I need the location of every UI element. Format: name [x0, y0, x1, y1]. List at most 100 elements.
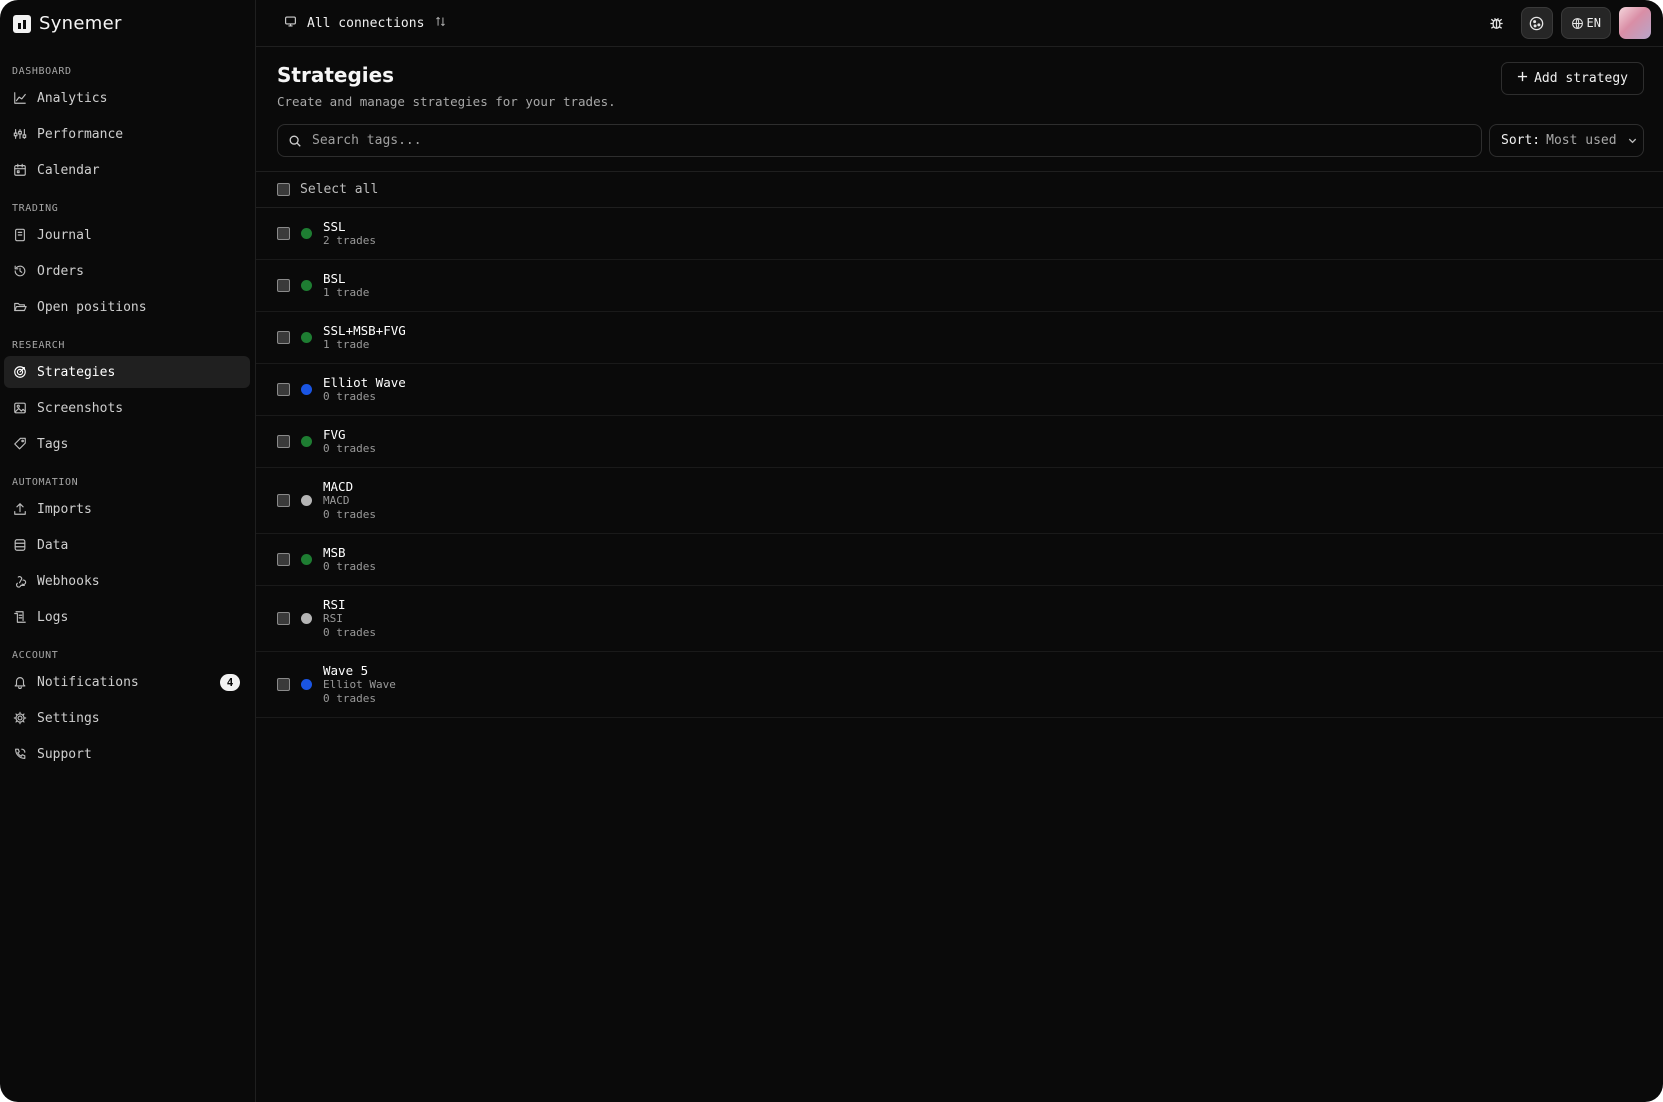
sidebar-item-label: Support	[37, 746, 92, 762]
select-all-label: Select all	[300, 182, 379, 197]
strategy-trade-count: 1 trade	[323, 286, 370, 299]
strategy-text: FVG 0 trades	[323, 427, 376, 456]
sidebar-item-orders[interactable]: Orders	[4, 255, 250, 287]
strategy-row[interactable]: BSL 1 trade	[256, 260, 1663, 312]
sidebar-item-label: Analytics	[37, 90, 108, 106]
strategy-checkbox[interactable]	[277, 553, 290, 566]
monitor-icon	[284, 15, 297, 32]
strategy-name: MSB	[323, 545, 346, 560]
sidebar-item-strategies[interactable]: Strategies	[4, 356, 250, 388]
sidebar-item-webhooks[interactable]: Webhooks	[4, 565, 250, 597]
strategy-checkbox[interactable]	[277, 279, 290, 292]
sidebar-item-analytics[interactable]: Analytics	[4, 82, 250, 114]
select-all-checkbox[interactable]	[277, 183, 290, 196]
strategy-row[interactable]: Elliot Wave 0 trades	[256, 364, 1663, 416]
brand-logo-icon	[13, 14, 31, 33]
sidebar-item-label: Strategies	[37, 364, 116, 380]
language-button[interactable]: EN	[1560, 7, 1611, 39]
strategy-row[interactable]: RSI RSI 0 trades	[256, 586, 1663, 652]
sidebar-item-label: Imports	[37, 501, 92, 517]
brand[interactable]: Synemer	[0, 0, 255, 47]
tag-icon	[13, 437, 27, 451]
strategy-name: Wave 5	[323, 663, 369, 678]
page-subtitle: Create and manage strategies for your tr…	[277, 94, 616, 109]
strategy-row[interactable]: SSL 2 trades	[256, 208, 1663, 260]
cookie-icon	[1529, 16, 1544, 30]
sidebar-item-label: Open positions	[37, 299, 147, 315]
section-title: ACCOUNT	[12, 650, 59, 661]
bug-report-button[interactable]	[1481, 7, 1513, 39]
strategy-color-dot	[301, 436, 312, 447]
sidebar: Synemer DASHBOARD Analytics Performance Cal…	[0, 0, 256, 1102]
nav-section-account: ACCOUNT Notifications 4 Settings Support	[0, 649, 255, 770]
strategy-trade-count: 0 trades	[323, 626, 376, 639]
strategy-text: SSL 2 trades	[323, 219, 376, 248]
folder-open-icon	[13, 300, 27, 314]
sidebar-item-performance[interactable]: Performance	[4, 118, 250, 150]
sidebar-item-label: Webhooks	[37, 573, 100, 589]
bell-icon	[13, 675, 27, 689]
strategy-trade-count: 0 trades	[323, 390, 376, 403]
sidebar-item-imports[interactable]: Imports	[4, 493, 250, 525]
select-all-row: Select all	[256, 171, 1663, 208]
sidebar-item-screenshots[interactable]: Screenshots	[4, 392, 250, 424]
strategy-color-dot	[301, 228, 312, 239]
strategy-row[interactable]: MSB 0 trades	[256, 534, 1663, 586]
calendar-icon	[13, 163, 27, 177]
gear-icon	[13, 711, 27, 725]
strategy-trade-count: 2 trades	[323, 234, 376, 247]
main-content: All connections EN Strategies Create and…	[256, 0, 1663, 1102]
strategy-list: SSL 2 trades BSL 1 trade SSL+MSB+FVG 1 trade E…	[256, 208, 1663, 718]
user-avatar[interactable]	[1619, 7, 1651, 39]
strategy-color-dot	[301, 280, 312, 291]
app-window: Synemer DASHBOARD Analytics Performance Cal…	[0, 0, 1663, 1102]
strategy-row[interactable]: Wave 5 Elliot Wave 0 trades	[256, 652, 1663, 718]
notification-count-badge: 4	[220, 674, 240, 691]
sidebar-item-label: Screenshots	[37, 400, 124, 416]
sort-dropdown[interactable]: Sort: Most used	[1489, 124, 1644, 157]
bug-icon	[1490, 17, 1503, 29]
strategy-checkbox[interactable]	[277, 227, 290, 240]
strategy-name: BSL	[323, 271, 346, 286]
sidebar-item-journal[interactable]: Journal	[4, 219, 250, 251]
sidebar-nav: DASHBOARD Analytics Performance Calendar TRA…	[0, 65, 255, 770]
sidebar-item-settings[interactable]: Settings	[4, 702, 250, 734]
sidebar-item-tags[interactable]: Tags	[4, 428, 250, 460]
sidebar-item-calendar[interactable]: Calendar	[4, 154, 250, 186]
strategy-checkbox[interactable]	[277, 678, 290, 691]
strategy-text: Wave 5 Elliot Wave 0 trades	[323, 663, 396, 706]
section-title: RESEARCH	[12, 340, 65, 351]
strategy-trade-count: 0 trades	[323, 508, 376, 521]
sidebar-item-logs[interactable]: Logs	[4, 601, 250, 633]
strategy-checkbox[interactable]	[277, 331, 290, 344]
strategy-text: SSL+MSB+FVG 1 trade	[323, 323, 406, 352]
strategy-row[interactable]: FVG 0 trades	[256, 416, 1663, 468]
sidebar-item-data[interactable]: Data	[4, 529, 250, 561]
sidebar-item-support[interactable]: Support	[4, 738, 250, 770]
strategy-row[interactable]: SSL+MSB+FVG 1 trade	[256, 312, 1663, 364]
strategy-color-dot	[301, 679, 312, 690]
nav-section-trading: TRADING Journal Orders Open positions	[0, 202, 255, 323]
sidebar-item-label: Journal	[37, 227, 92, 243]
strategy-checkbox[interactable]	[277, 612, 290, 625]
strategy-name: SSL	[323, 219, 346, 234]
strategy-name: SSL+MSB+FVG	[323, 323, 406, 338]
cookie-button[interactable]	[1520, 7, 1553, 39]
webhook-icon	[13, 574, 27, 588]
strategy-row[interactable]: MACD MACD 0 trades	[256, 468, 1663, 534]
sidebar-item-open-positions[interactable]: Open positions	[4, 291, 250, 323]
strategy-checkbox[interactable]	[277, 383, 290, 396]
upload-icon	[13, 502, 27, 516]
top-actions: EN	[1481, 7, 1651, 39]
connection-switcher[interactable]: All connections	[284, 15, 447, 32]
plus-icon	[1517, 71, 1528, 86]
nav-section-research: RESEARCH Strategies Screenshots Tags	[0, 339, 255, 460]
strategy-checkbox[interactable]	[277, 494, 290, 507]
add-strategy-label: Add strategy	[1534, 71, 1628, 86]
strategy-checkbox[interactable]	[277, 435, 290, 448]
strategy-name: RSI	[323, 597, 346, 612]
globe-icon	[1571, 17, 1583, 29]
sidebar-item-notifications[interactable]: Notifications 4	[4, 666, 250, 698]
search-input[interactable]	[310, 132, 1464, 149]
add-strategy-button[interactable]: Add strategy	[1501, 62, 1644, 95]
